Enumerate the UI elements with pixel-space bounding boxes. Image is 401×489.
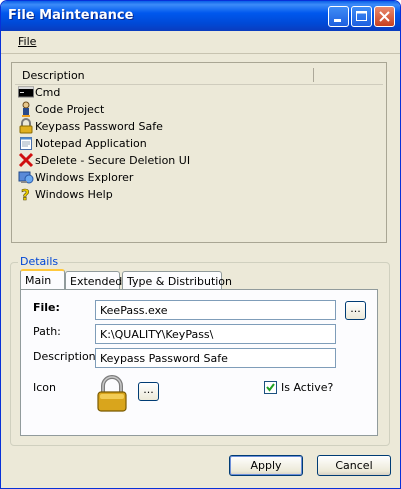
checkmark-icon	[266, 383, 275, 392]
padlock-icon	[97, 375, 127, 412]
tab-type-distribution[interactable]: Type & Distribution	[122, 271, 232, 289]
details-legend: Details	[18, 255, 61, 268]
window-title: File Maintenance	[8, 8, 134, 23]
path-label: Path:	[33, 325, 61, 338]
file-maintenance-window: File Maintenance File Description Cmd Co…	[0, 0, 401, 489]
minimize-icon	[334, 19, 341, 22]
list-header[interactable]: Description	[15, 66, 383, 85]
description-field[interactable]: Keypass Password Safe	[95, 348, 336, 368]
file-browse-button[interactable]: ...	[345, 301, 366, 320]
path-field[interactable]: K:\QUALITY\KeyPass\	[95, 324, 336, 344]
close-icon	[379, 11, 390, 22]
column-separator[interactable]	[313, 68, 314, 82]
title-bar[interactable]: File Maintenance	[1, 1, 400, 31]
cmd-icon	[18, 86, 34, 98]
maximize-icon	[356, 11, 367, 21]
close-button[interactable]	[374, 6, 395, 27]
minimize-button[interactable]	[328, 6, 349, 27]
maximize-button[interactable]	[351, 6, 372, 27]
tab-main[interactable]: Main	[20, 269, 65, 289]
description-label: Description:	[33, 350, 100, 363]
file-label: File:	[33, 301, 60, 314]
cancel-button[interactable]: Cancel	[317, 455, 391, 476]
is-active-label[interactable]: Is Active?	[281, 381, 333, 394]
notepad-icon	[20, 137, 32, 150]
help-icon: ?	[21, 186, 30, 202]
icon-browse-button[interactable]: ...	[138, 382, 159, 401]
is-active-checkbox[interactable]	[264, 381, 277, 394]
explorer-icon	[18, 171, 34, 184]
apply-button[interactable]: Apply	[229, 455, 303, 476]
red-x-icon	[18, 152, 34, 168]
padlock-icon	[19, 118, 33, 134]
tab-extended[interactable]: Extended	[65, 271, 122, 289]
column-description[interactable]: Description	[22, 69, 85, 82]
icon-label: Icon	[33, 381, 56, 394]
svg-text:?: ?	[21, 186, 30, 202]
code-project-icon	[22, 101, 30, 117]
file-field[interactable]: KeePass.exe	[95, 300, 336, 320]
menu-bar: File	[1, 31, 400, 54]
menu-file[interactable]: File	[18, 35, 36, 48]
file-list[interactable]: Description Cmd Code Project Keypass Pas…	[11, 62, 387, 243]
